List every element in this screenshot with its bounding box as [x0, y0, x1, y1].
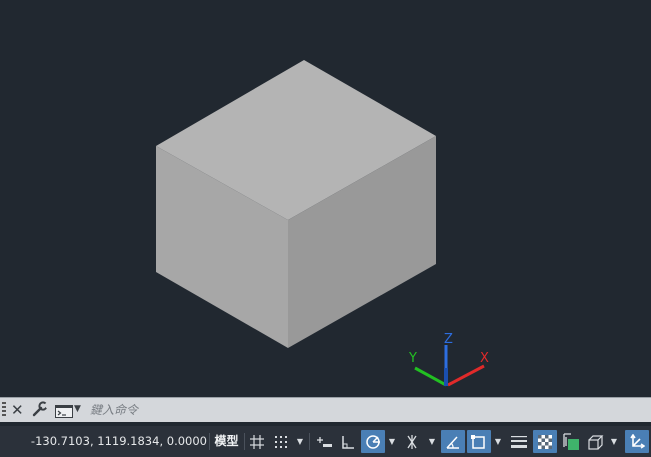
chevron-down-icon[interactable]: ▼: [74, 401, 81, 417]
osnap-icon[interactable]: [467, 430, 491, 453]
grid-icon[interactable]: [248, 430, 266, 453]
chevron-down-icon[interactable]: ▼: [493, 430, 503, 453]
selection-cycling-icon[interactable]: [559, 430, 583, 453]
ucs-icon: X Y Z: [408, 332, 489, 387]
osnap-tracking-icon[interactable]: [441, 430, 465, 453]
chevron-down-icon[interactable]: ▼: [295, 430, 305, 453]
chevron-down-icon[interactable]: ▼: [387, 430, 397, 453]
ucs-x-label: X: [480, 351, 489, 366]
ortho-icon[interactable]: [338, 430, 358, 453]
ucs-y-label: Y: [408, 351, 417, 366]
chevron-down-icon[interactable]: ▼: [609, 430, 619, 453]
infer-constraints-icon[interactable]: [313, 430, 335, 453]
command-input[interactable]: [90, 400, 645, 419]
status-separator: [209, 433, 210, 450]
polar-tracking-icon[interactable]: [361, 430, 385, 453]
status-separator: [244, 433, 245, 450]
command-prompt-icon[interactable]: [55, 403, 73, 422]
command-line: ✕ ▼: [0, 397, 651, 422]
command-line-grip[interactable]: [2, 402, 6, 418]
lineweight-icon[interactable]: [507, 430, 531, 453]
status-bar: -130.7103, 1119.1834, 0.0000 模型 ▼ ▼ ▼ ▼ …: [0, 426, 651, 457]
ucs-z-label: Z: [444, 332, 453, 347]
transparency-icon[interactable]: [533, 430, 557, 453]
isodraft-icon[interactable]: [401, 430, 423, 453]
wrench-icon[interactable]: [31, 400, 51, 422]
status-separator: [309, 433, 310, 450]
chevron-down-icon[interactable]: ▼: [427, 430, 437, 453]
drawing-viewport[interactable]: X Y Z: [0, 0, 651, 397]
close-icon[interactable]: ✕: [11, 399, 24, 421]
dynamic-ucs-icon[interactable]: [625, 430, 649, 453]
snap-dots-icon[interactable]: [271, 430, 291, 453]
3d-osnap-icon[interactable]: [585, 430, 607, 453]
model-space-button[interactable]: 模型: [211, 430, 242, 453]
coordinate-readout[interactable]: -130.7103, 1119.1834, 0.0000: [22, 430, 207, 453]
